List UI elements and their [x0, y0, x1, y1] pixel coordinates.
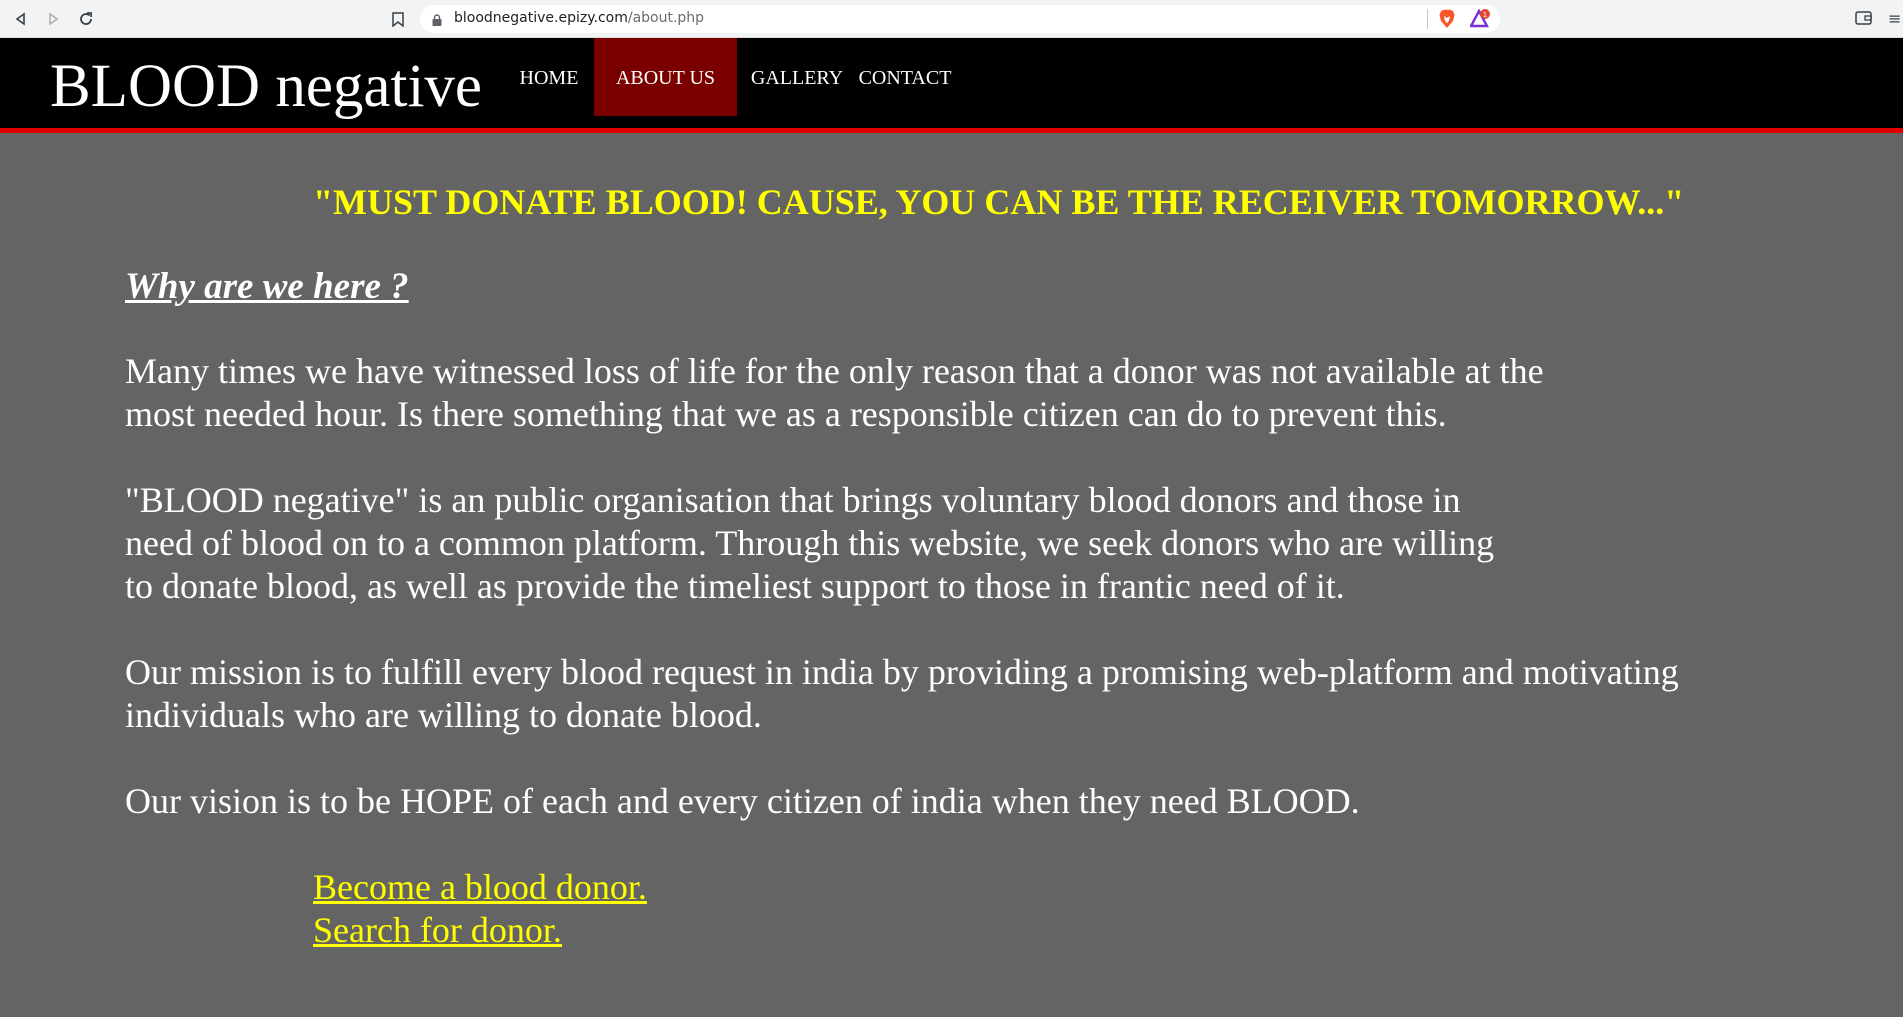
paragraph-vision: Our vision is to be HOPE of each and eve… — [125, 780, 1360, 823]
back-icon[interactable] — [10, 8, 32, 30]
site-brand[interactable]: BLOOD negative — [50, 56, 482, 117]
become-donor-link[interactable]: Become a blood donor. — [313, 866, 647, 909]
paragraph-about: "BLOOD negative" is an public organisati… — [125, 479, 1494, 608]
url-text: bloodnegative.epizy.com/about.php — [454, 10, 704, 26]
section-heading: Why are we here ? — [125, 266, 409, 307]
wallet-icon[interactable] — [1855, 10, 1873, 28]
paragraph-line: Our mission is to fulfill every blood re… — [125, 652, 1679, 692]
paragraph-line: need of blood on to a common platform. T… — [125, 523, 1495, 563]
forward-icon[interactable] — [42, 8, 64, 30]
tagline: "MUST DONATE BLOOD! CAUSE, YOU CAN BE TH… — [313, 182, 1685, 222]
nav-contact[interactable]: CONTACT — [855, 38, 955, 116]
brave-shield-icon[interactable] — [1436, 8, 1458, 30]
site-header: BLOOD negative HOME ABOUT US GALLERY CON… — [0, 38, 1903, 133]
paragraph-reason: Many times we have witnessed loss of lif… — [125, 350, 1544, 436]
browser-toolbar: bloodnegative.epizy.com/about.php 1 ≡ — [0, 0, 1903, 38]
nav-gallery[interactable]: GALLERY — [748, 38, 846, 116]
paragraph-mission: Our mission is to fulfill every blood re… — [125, 651, 1679, 737]
url-host: bloodnegative.epizy.com — [454, 10, 628, 26]
nav-home[interactable]: HOME — [513, 38, 585, 116]
paragraph-line: Our vision is to be HOPE of each and eve… — [125, 781, 1360, 821]
paragraph-line: to donate blood, as well as provide the … — [125, 566, 1345, 606]
bookmark-icon[interactable] — [389, 8, 407, 30]
toolbar-divider — [1427, 9, 1428, 29]
address-bar[interactable]: bloodnegative.epizy.com/about.php — [420, 5, 1500, 33]
nav-about-us[interactable]: ABOUT US — [594, 38, 737, 116]
search-donor-link[interactable]: Search for donor. — [313, 909, 562, 952]
paragraph-line: individuals who are willing to donate bl… — [125, 695, 762, 735]
url-path: /about.php — [627, 10, 705, 26]
paragraph-line: Many times we have witnessed loss of lif… — [125, 351, 1544, 391]
lock-icon — [432, 13, 442, 26]
brave-rewards-icon[interactable]: 1 — [1470, 8, 1492, 30]
paragraph-line: most needed hour. Is there something tha… — [125, 394, 1447, 434]
reload-icon[interactable] — [75, 8, 97, 30]
paragraph-line: "BLOOD negative" is an public organisati… — [125, 480, 1461, 520]
rewards-badge-count: 1 — [1483, 11, 1487, 19]
menu-icon[interactable]: ≡ — [1888, 9, 1902, 29]
